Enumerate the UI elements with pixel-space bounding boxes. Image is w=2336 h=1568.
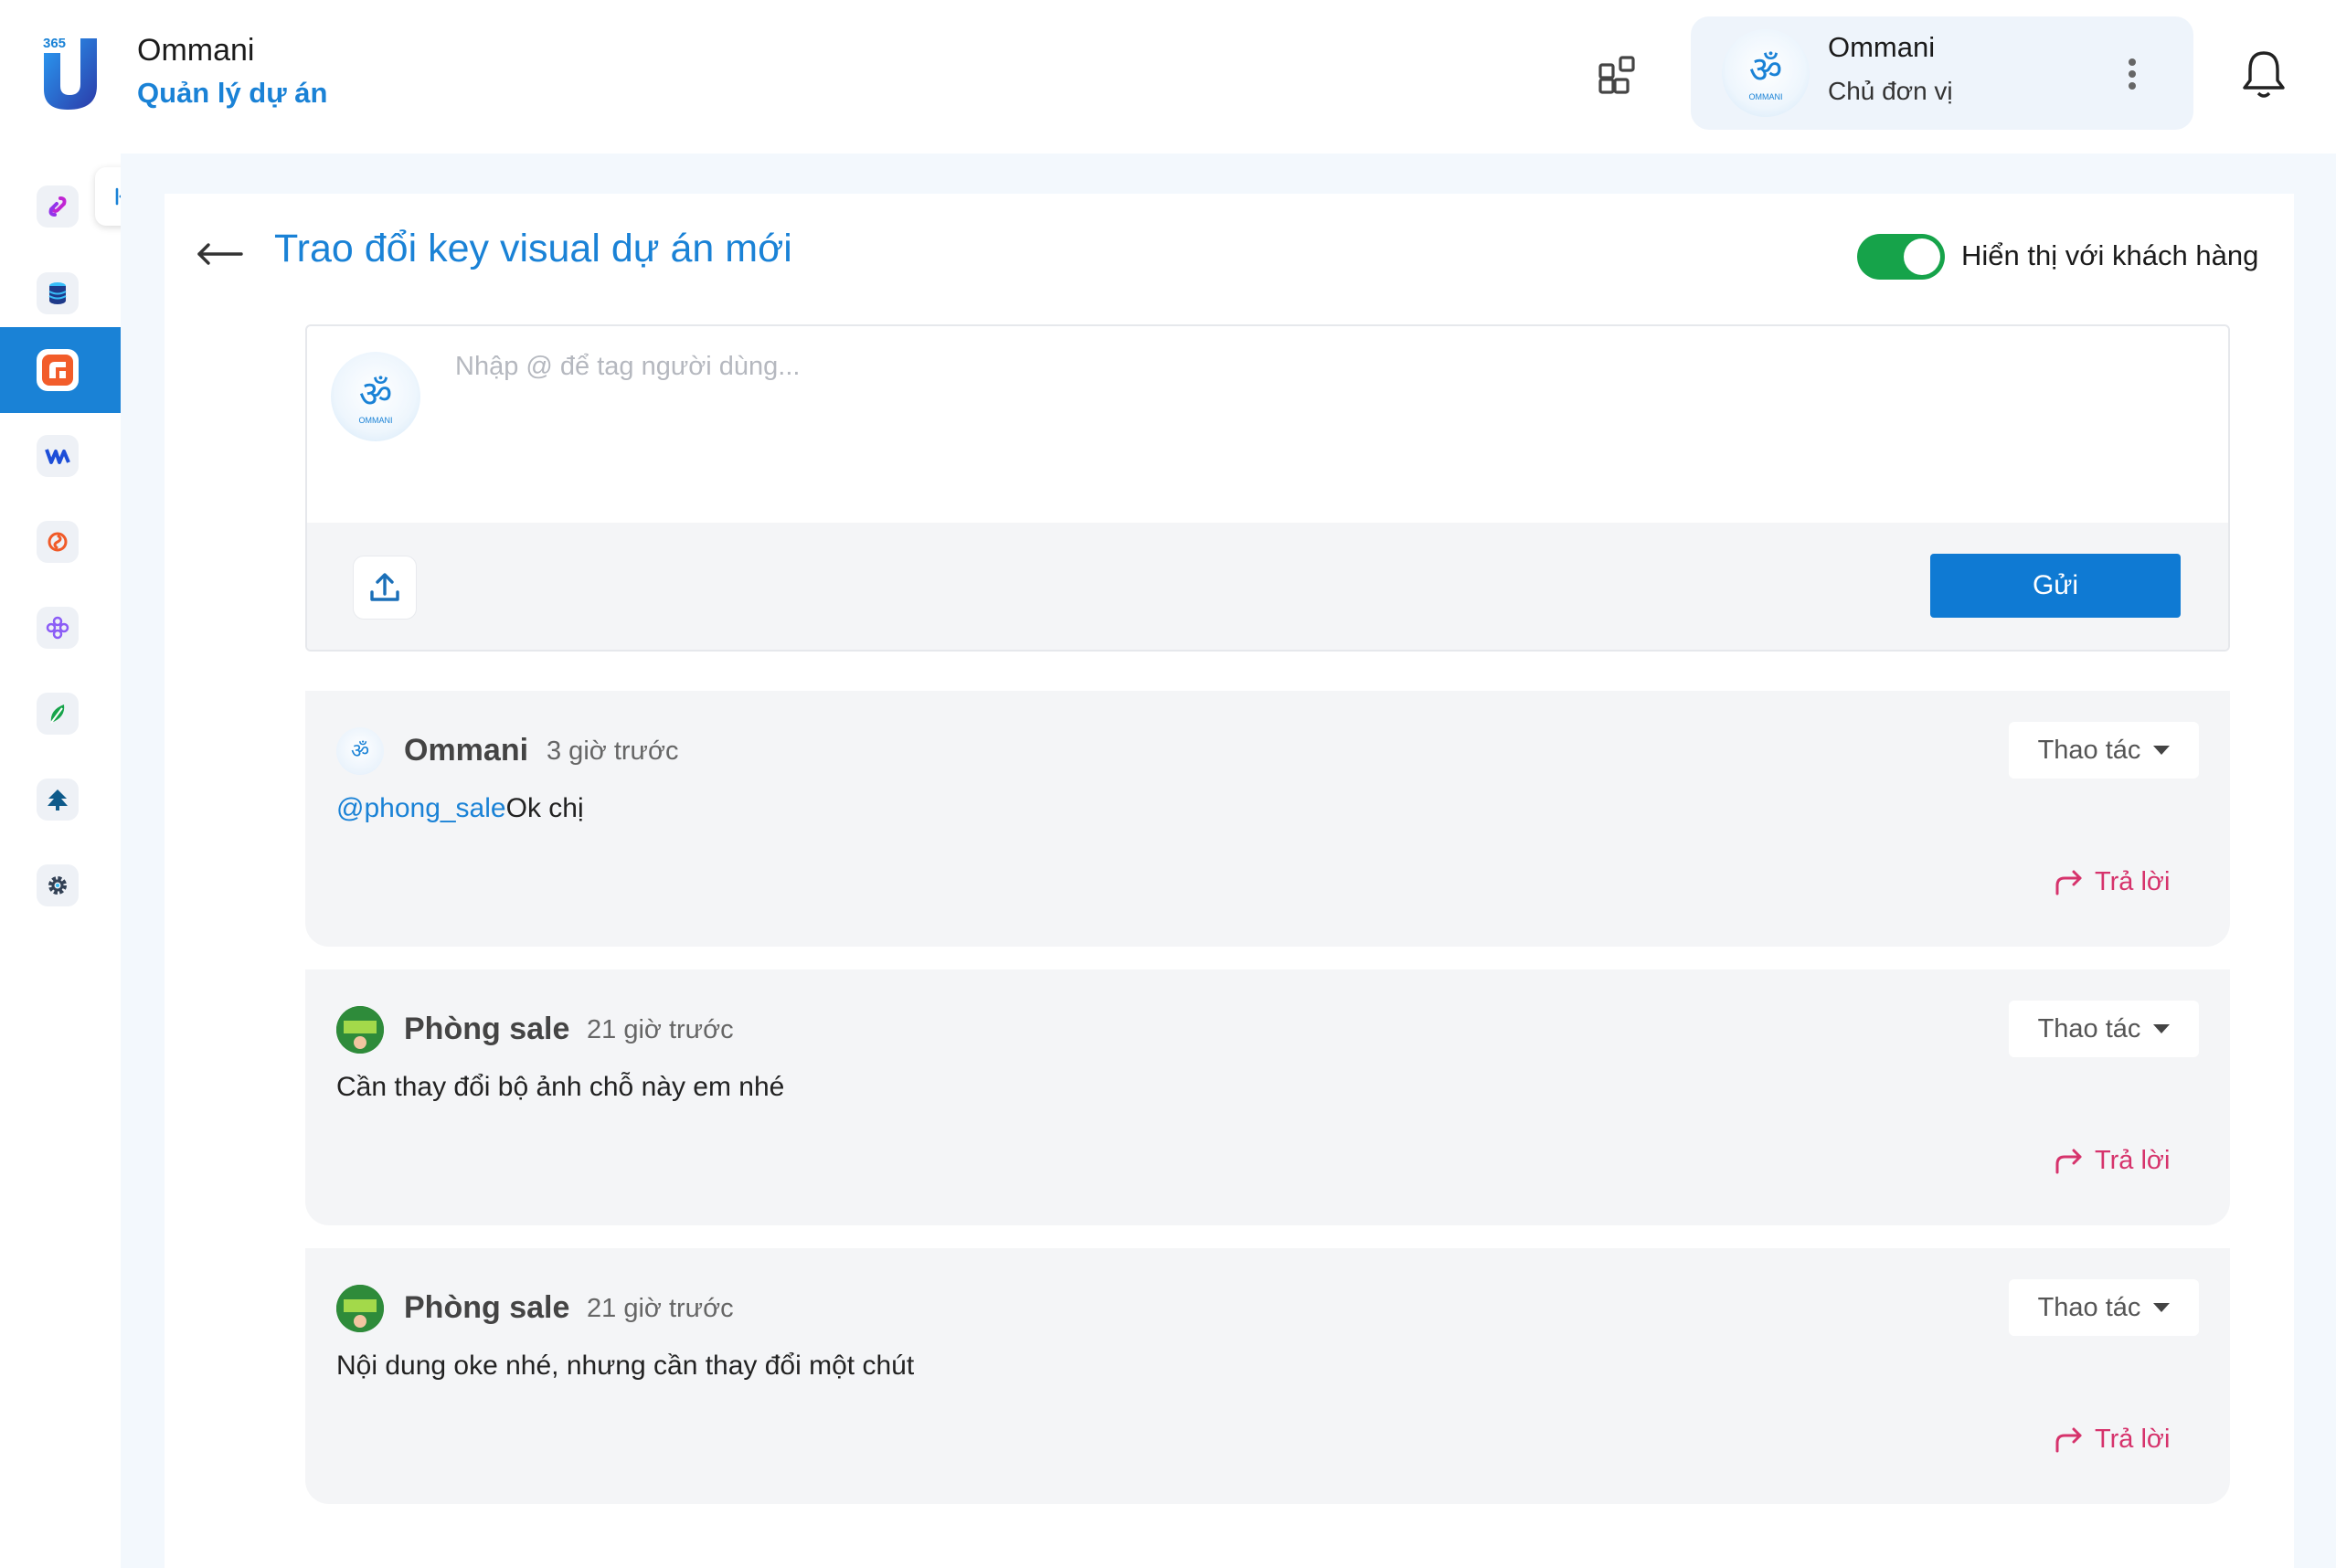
comment-body: Ok chị bbox=[505, 793, 584, 823]
comment-author: Phòng sale bbox=[404, 1290, 570, 1325]
sidebar-item-finance[interactable] bbox=[0, 671, 121, 757]
svg-text:OMMANI: OMMANI bbox=[1749, 92, 1783, 101]
flower-icon bbox=[37, 607, 79, 649]
svg-text:365: 365 bbox=[43, 36, 66, 51]
reply-button[interactable]: Trả lời bbox=[2053, 1416, 2170, 1462]
database-icon bbox=[37, 272, 79, 314]
comment-avatar: ॐ bbox=[336, 727, 384, 775]
composer-toolbar: Gửi bbox=[307, 523, 2228, 650]
reply-label: Trả lời bbox=[2095, 1145, 2171, 1175]
actions-label: Thao tác bbox=[2037, 1292, 2141, 1322]
caret-down-icon bbox=[2153, 1303, 2171, 1312]
leaf-icon bbox=[37, 693, 79, 735]
sidebar-item-workflow[interactable] bbox=[0, 413, 121, 499]
comment-author: Phòng sale bbox=[404, 1012, 570, 1046]
toggle-knob bbox=[1904, 238, 1940, 275]
brand-name: Ommani bbox=[137, 33, 255, 68]
ommani-logo-icon: ॐ OMMANI bbox=[1749, 49, 1783, 101]
sidebar-item-marketing[interactable] bbox=[0, 499, 121, 585]
reply-button[interactable]: Trả lời bbox=[2053, 1138, 2170, 1183]
comment-item: Phòng sale 21 giờ trước Cần thay đổi bộ … bbox=[305, 969, 2230, 1225]
toggle-label: Hiển thị với khách hàng bbox=[1961, 239, 2259, 271]
comment-body: Cần thay đổi bộ ảnh chỗ này em nhé bbox=[336, 1072, 785, 1102]
kebab-dot-icon bbox=[2129, 70, 2136, 78]
comment-time: 3 giờ trước bbox=[547, 736, 679, 766]
svg-text:ॐ: ॐ bbox=[351, 740, 369, 763]
sidebar-item-organization[interactable] bbox=[0, 757, 121, 842]
link-icon bbox=[37, 185, 79, 228]
sidebar-item-projects[interactable] bbox=[0, 327, 121, 413]
reply-label: Trả lời bbox=[2095, 1424, 2171, 1454]
caret-down-icon bbox=[2153, 746, 2171, 755]
tree-icon bbox=[37, 779, 79, 821]
show-to-customer-toggle[interactable] bbox=[1857, 234, 1945, 280]
comment-item: ॐ Ommani 3 giờ trước @phong_saleOk chị T… bbox=[305, 691, 2230, 947]
sidebar-item-data[interactable] bbox=[0, 250, 121, 336]
comment-actions-dropdown[interactable]: Thao tác bbox=[2009, 1279, 2199, 1336]
actions-label: Thao tác bbox=[2037, 735, 2141, 765]
comment-actions-dropdown[interactable]: Thao tác bbox=[2009, 1001, 2199, 1057]
sidebar-item-settings[interactable] bbox=[0, 842, 121, 928]
brand-subtitle: Quản lý dự án bbox=[137, 77, 328, 109]
kebab-dot-icon bbox=[2129, 82, 2136, 90]
kebab-dot-icon bbox=[2129, 58, 2136, 66]
page-title: Trao đổi key visual dự án mới bbox=[274, 227, 792, 270]
app-logo[interactable]: 365 bbox=[40, 33, 104, 113]
composer-avatar: ॐ OMMANI bbox=[331, 352, 420, 441]
actions-label: Thao tác bbox=[2037, 1013, 2141, 1044]
send-button[interactable]: Gửi bbox=[1930, 554, 2181, 618]
svg-text:OMMANI: OMMANI bbox=[359, 416, 393, 425]
reply-label: Trả lời bbox=[2095, 866, 2171, 896]
comment-item: Phòng sale 21 giờ trước Nội dung oke nhé… bbox=[305, 1248, 2230, 1504]
comment-author: Ommani bbox=[404, 733, 529, 768]
apps-grid-icon bbox=[1598, 56, 1635, 94]
wave-icon bbox=[37, 435, 79, 477]
comment-avatar bbox=[336, 1006, 384, 1054]
comment-input[interactable] bbox=[453, 350, 2190, 487]
apps-grid-button[interactable] bbox=[1595, 52, 1642, 100]
notifications-button[interactable] bbox=[2239, 48, 2288, 101]
comment-composer: ॐ OMMANI Gửi bbox=[305, 324, 2230, 652]
sale-team-avatar-icon bbox=[336, 1006, 384, 1054]
reply-arrow-icon bbox=[2055, 1427, 2082, 1453]
comment-text: Nội dung oke nhé, nhưng cần thay đổi một… bbox=[336, 1351, 914, 1382]
comment-time: 21 giờ trước bbox=[587, 1294, 734, 1323]
spiral-icon bbox=[37, 521, 79, 563]
comment-text: Cần thay đổi bộ ảnh chỗ này em nhé bbox=[336, 1072, 784, 1103]
upload-button[interactable] bbox=[353, 556, 417, 620]
comment-avatar bbox=[336, 1285, 384, 1332]
app-header: 365 Ommani Quản lý dự án ॐ OMMANI Ommani… bbox=[0, 0, 2336, 154]
sale-team-avatar-icon bbox=[336, 1285, 384, 1332]
user-role: Chủ đơn vị bbox=[1828, 77, 1953, 105]
project-icon bbox=[37, 349, 79, 391]
arrow-left-icon bbox=[197, 243, 243, 265]
reply-button[interactable]: Trả lời bbox=[2053, 859, 2170, 905]
comment-actions-dropdown[interactable]: Thao tác bbox=[2009, 722, 2199, 779]
sidebar bbox=[0, 154, 121, 1568]
bell-icon bbox=[2243, 51, 2285, 98]
svg-text:ॐ: ॐ bbox=[1749, 49, 1782, 91]
ommani-logo-icon: ॐ bbox=[351, 740, 369, 763]
user-profile-card[interactable]: ॐ OMMANI Ommani Chủ đơn vị bbox=[1691, 16, 2193, 130]
back-button[interactable] bbox=[194, 236, 245, 272]
comment-text: @phong_saleOk chị bbox=[336, 793, 584, 824]
caret-down-icon bbox=[2153, 1024, 2171, 1033]
sidebar-item-crm[interactable] bbox=[0, 585, 121, 671]
comment-time: 21 giờ trước bbox=[587, 1015, 734, 1044]
more-options-button[interactable] bbox=[2118, 51, 2146, 97]
user-name: Ommani bbox=[1828, 31, 1936, 63]
upload-icon bbox=[370, 573, 399, 601]
mention-link[interactable]: @phong_sale bbox=[336, 793, 506, 823]
svg-text:ॐ: ॐ bbox=[359, 374, 392, 416]
reply-arrow-icon bbox=[2055, 870, 2082, 895]
gear-icon bbox=[37, 864, 79, 906]
user-avatar: ॐ OMMANI bbox=[1722, 29, 1810, 117]
ommani-logo-icon: ॐ OMMANI bbox=[359, 374, 393, 425]
reply-arrow-icon bbox=[2055, 1149, 2082, 1174]
comment-body: Nội dung oke nhé, nhưng cần thay đổi một… bbox=[336, 1351, 915, 1381]
